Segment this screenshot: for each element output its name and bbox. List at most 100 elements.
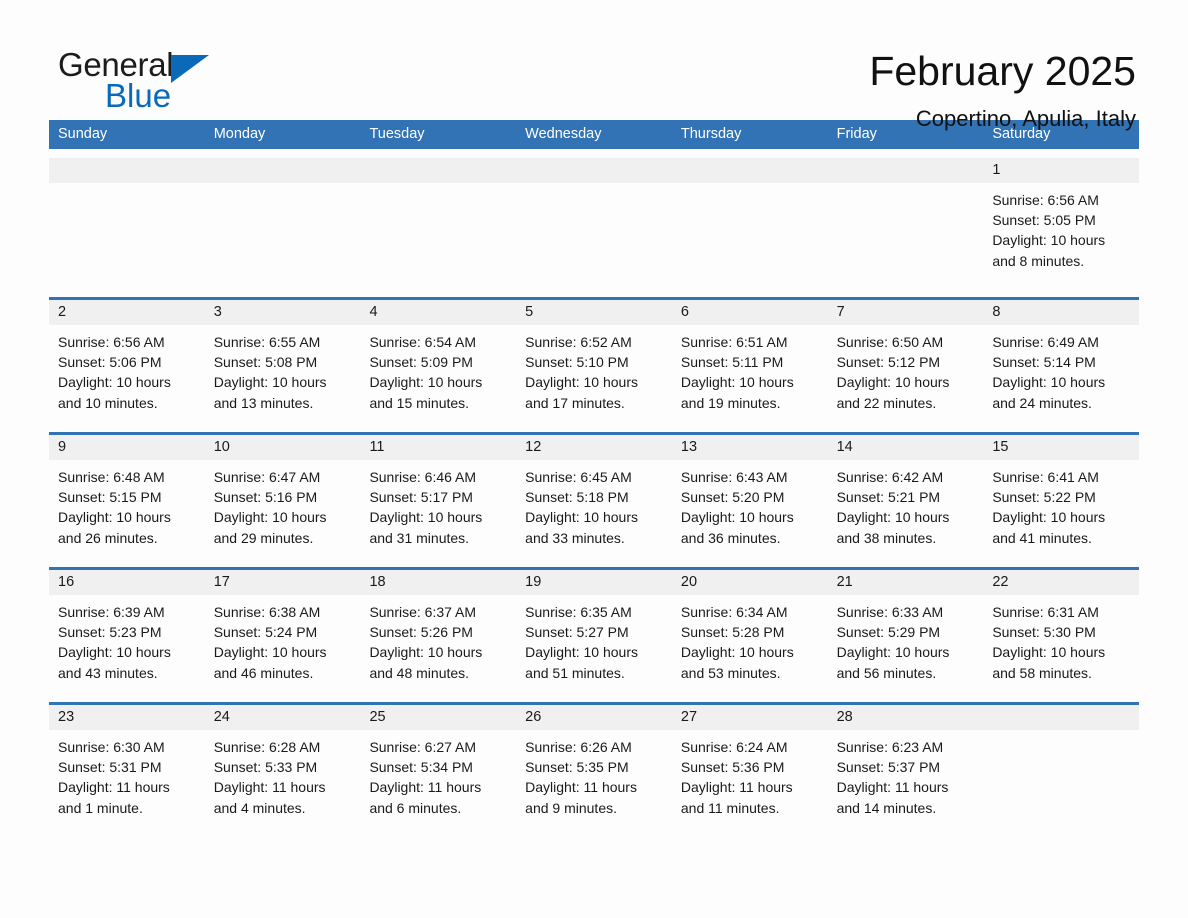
day-cell[interactable]: 27 Sunrise: 6:24 AM Sunset: 5:36 PM Dayl… [671,705,828,828]
day-number-band: 12 [516,435,672,460]
daylight-text-line2: and 15 minutes. [369,394,470,411]
day-number: 21 [836,574,853,590]
sunset-text: Sunset: 5:23 PM [58,624,162,641]
sunrise-text: Sunrise: 6:28 AM [213,739,321,755]
day-details [983,730,1139,737]
sunrise-text: Sunrise: 6:38 AM [213,604,321,620]
day-cell[interactable]: 25 Sunrise: 6:27 AM Sunset: 5:34 PM Dayl… [360,705,517,828]
sunrise-text: Sunrise: 6:47 AM [213,469,321,485]
day-number: 8 [992,304,1001,320]
day-details [360,183,516,190]
day-cell[interactable]: 16 Sunrise: 6:39 AM Sunset: 5:23 PM Dayl… [49,570,205,693]
day-number: 12 [525,439,542,455]
sunset-text: Sunset: 5:21 PM [836,489,941,506]
daylight-text-line1: Daylight: 10 hours [213,509,327,526]
day-cell[interactable]: 20 Sunrise: 6:34 AM Sunset: 5:28 PM Dayl… [671,570,828,693]
day-number-band [827,158,984,183]
daylight-text-line1: Daylight: 10 hours [836,509,950,526]
day-cell[interactable]: 9 Sunrise: 6:48 AM Sunset: 5:15 PM Dayli… [49,435,205,558]
day-cell[interactable]: 3 Sunrise: 6:55 AM Sunset: 5:08 PM Dayli… [204,300,361,423]
day-cell[interactable]: 15 Sunrise: 6:41 AM Sunset: 5:22 PM Dayl… [983,435,1140,558]
day-cell[interactable] [516,158,672,288]
day-cell[interactable]: 21 Sunrise: 6:33 AM Sunset: 5:29 PM Dayl… [827,570,984,693]
daylight-text-line1: Daylight: 10 hours [992,509,1106,526]
daylight-text-line2: and 31 minutes. [369,529,470,546]
daylight-text-line2: and 6 minutes. [369,799,462,816]
day-details: Sunrise: 6:42 AM Sunset: 5:21 PM Dayligh… [828,460,984,548]
day-cell[interactable]: 22 Sunrise: 6:31 AM Sunset: 5:30 PM Dayl… [983,570,1140,693]
day-cell[interactable]: 5 Sunrise: 6:52 AM Sunset: 5:10 PM Dayli… [516,300,672,423]
day-number-band [360,158,517,183]
day-cell[interactable] [671,158,828,288]
day-details: Sunrise: 6:37 AM Sunset: 5:26 PM Dayligh… [360,595,516,683]
day-cell[interactable]: 6 Sunrise: 6:51 AM Sunset: 5:11 PM Dayli… [671,300,828,423]
day-cell[interactable]: 10 Sunrise: 6:47 AM Sunset: 5:16 PM Dayl… [204,435,361,558]
sunrise-text: Sunrise: 6:46 AM [369,469,477,485]
sunset-text: Sunset: 5:17 PM [369,489,473,506]
day-cell[interactable] [360,158,517,288]
day-cell[interactable]: 24 Sunrise: 6:28 AM Sunset: 5:33 PM Dayl… [204,705,361,828]
sunrise-text: Sunrise: 6:30 AM [58,739,165,755]
day-cell[interactable]: 17 Sunrise: 6:38 AM Sunset: 5:24 PM Dayl… [204,570,361,693]
daylight-text-line1: Daylight: 11 hours [525,779,637,796]
day-cell[interactable]: 2 Sunrise: 6:56 AM Sunset: 5:06 PM Dayli… [49,300,205,423]
day-cell[interactable]: 28 Sunrise: 6:23 AM Sunset: 5:37 PM Dayl… [827,705,984,828]
sunset-text: Sunset: 5:08 PM [213,354,318,371]
day-number-band [983,705,1140,730]
day-details: Sunrise: 6:54 AM Sunset: 5:09 PM Dayligh… [360,325,516,413]
daylight-text-line1: Daylight: 10 hours [58,644,171,661]
week-row: 16 Sunrise: 6:39 AM Sunset: 5:23 PM Dayl… [49,567,1140,693]
logo-text-blue: Blue [105,77,172,114]
sunset-text: Sunset: 5:37 PM [836,759,941,776]
day-number-band: 6 [671,300,828,325]
daylight-text-line2: and 58 minutes. [992,664,1092,681]
day-details: Sunrise: 6:47 AM Sunset: 5:16 PM Dayligh… [205,460,361,548]
sunset-text: Sunset: 5:16 PM [213,489,318,506]
day-cell[interactable]: 14 Sunrise: 6:42 AM Sunset: 5:21 PM Dayl… [827,435,984,558]
calendar-grid: Sunday Monday Tuesday Wednesday Thursday… [49,120,1140,828]
sunset-text: Sunset: 5:18 PM [525,489,629,506]
sunset-text: Sunset: 5:26 PM [369,624,473,641]
day-cell[interactable]: 11 Sunrise: 6:46 AM Sunset: 5:17 PM Dayl… [360,435,517,558]
day-number: 16 [58,574,75,590]
sunset-text: Sunset: 5:34 PM [369,759,473,776]
daylight-text-line2: and 51 minutes. [525,664,625,681]
page-header: General Blue February 2025 Copertino, Ap… [49,0,1139,132]
day-cell[interactable]: 8 Sunrise: 6:49 AM Sunset: 5:14 PM Dayli… [983,300,1140,423]
sunset-text: Sunset: 5:36 PM [680,759,785,776]
daylight-text-line2: and 26 minutes. [58,529,158,546]
day-number-band: 5 [516,300,672,325]
sunrise-text: Sunrise: 6:24 AM [680,739,788,755]
day-cell[interactable]: 7 Sunrise: 6:50 AM Sunset: 5:12 PM Dayli… [827,300,984,423]
general-blue-logo: General Blue [49,47,279,127]
day-number: 15 [992,439,1009,455]
day-cell[interactable] [204,158,361,288]
day-cell[interactable]: 4 Sunrise: 6:54 AM Sunset: 5:09 PM Dayli… [360,300,517,423]
day-details [828,183,984,190]
day-number: 1 [992,162,1001,178]
day-details: Sunrise: 6:33 AM Sunset: 5:29 PM Dayligh… [828,595,984,683]
week-row: 9 Sunrise: 6:48 AM Sunset: 5:15 PM Dayli… [49,432,1140,558]
day-number-band: 27 [671,705,828,730]
sunset-text: Sunset: 5:30 PM [992,624,1096,641]
day-cell[interactable]: 23 Sunrise: 6:30 AM Sunset: 5:31 PM Dayl… [49,705,205,828]
day-details: Sunrise: 6:31 AM Sunset: 5:30 PM Dayligh… [983,595,1139,683]
sunset-text: Sunset: 5:24 PM [213,624,318,641]
day-cell[interactable]: 19 Sunrise: 6:35 AM Sunset: 5:27 PM Dayl… [516,570,672,693]
day-number-band: 11 [360,435,517,460]
day-cell[interactable]: 18 Sunrise: 6:37 AM Sunset: 5:26 PM Dayl… [360,570,517,693]
day-number: 25 [369,709,386,725]
day-number-band: 10 [204,435,361,460]
daylight-text-line2: and 41 minutes. [992,529,1092,546]
day-number: 6 [680,304,689,320]
day-cell[interactable]: 26 Sunrise: 6:26 AM Sunset: 5:35 PM Dayl… [516,705,672,828]
day-cell[interactable] [827,158,984,288]
day-cell[interactable]: 12 Sunrise: 6:45 AM Sunset: 5:18 PM Dayl… [516,435,672,558]
day-cell[interactable] [983,705,1140,828]
day-cell[interactable] [49,158,205,288]
daylight-text-line1: Daylight: 10 hours [992,232,1106,249]
day-cell[interactable]: 13 Sunrise: 6:43 AM Sunset: 5:20 PM Dayl… [671,435,828,558]
day-cell[interactable]: 1 Sunrise: 6:56 AM Sunset: 5:05 PM Dayli… [983,158,1140,288]
daylight-text-line2: and 22 minutes. [836,394,937,411]
day-number-band: 3 [204,300,361,325]
